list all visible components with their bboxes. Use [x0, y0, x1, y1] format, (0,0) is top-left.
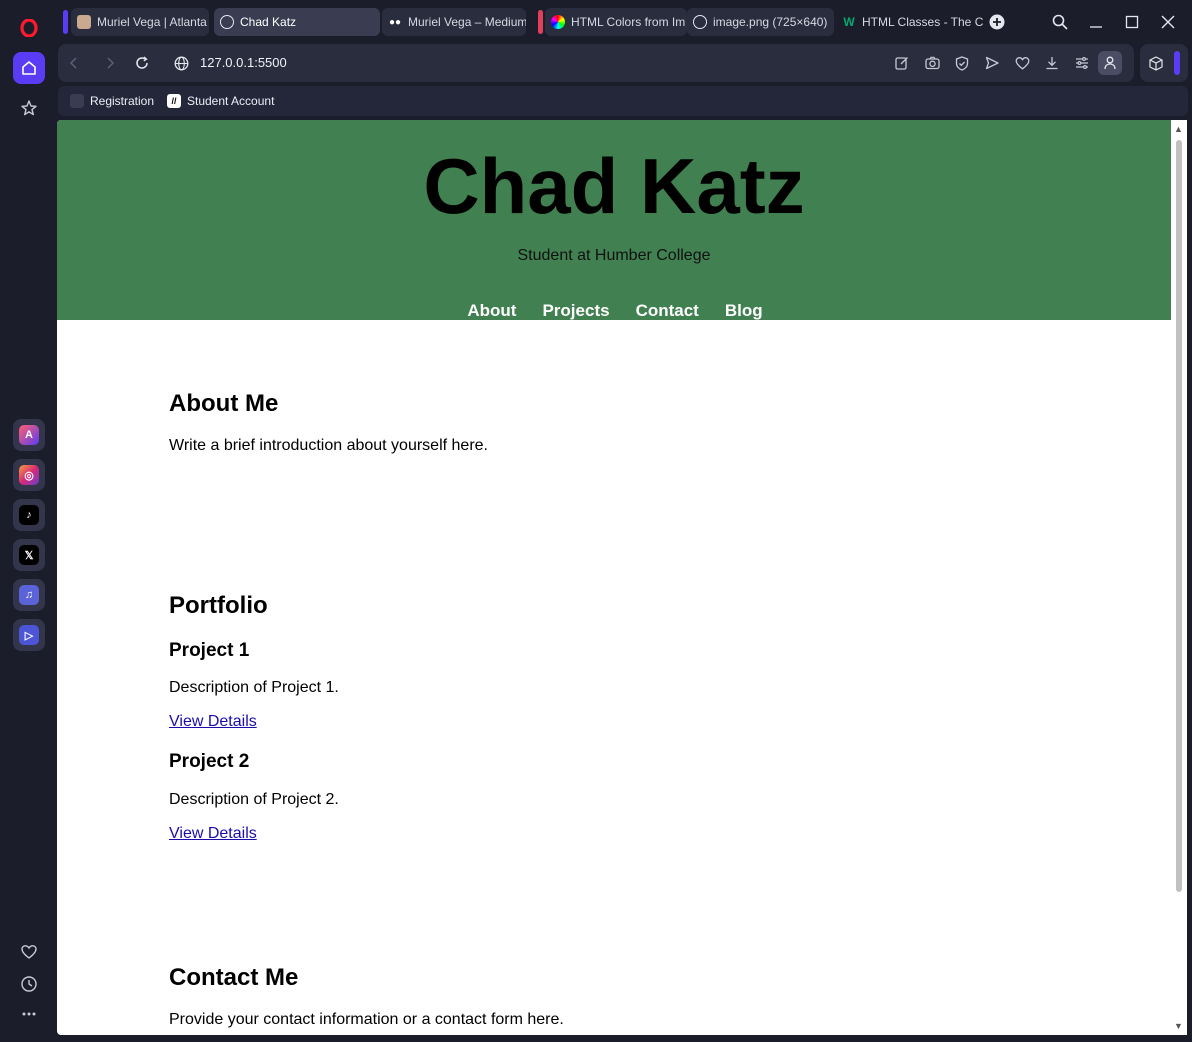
globe-icon: [220, 15, 234, 29]
reload-icon[interactable]: [132, 53, 152, 73]
edit-icon[interactable]: [892, 53, 912, 73]
maximize-icon[interactable]: [1118, 8, 1146, 36]
humber-logo-icon: //: [167, 94, 181, 108]
star-icon[interactable]: [13, 92, 45, 124]
scroll-up-arrow-icon[interactable]: ▲: [1174, 124, 1183, 134]
nav-link-about[interactable]: About: [467, 301, 516, 321]
minimize-icon[interactable]: [1082, 8, 1110, 36]
new-tab-icon[interactable]: [983, 8, 1011, 36]
portrait-icon: [77, 15, 91, 29]
medium-icon: ●●: [388, 16, 402, 28]
project-description: Description of Project 2.: [169, 791, 339, 808]
project-description: Description of Project 1.: [169, 679, 339, 696]
history-icon[interactable]: [13, 968, 45, 1000]
contact-text: Provide your contact information or a co…: [169, 1011, 564, 1028]
bookmark-student-account[interactable]: // Student Account: [167, 93, 274, 109]
bookmark-favicon-icon: [70, 94, 84, 108]
bookmarks-bar: Registration // Student Account: [58, 86, 1188, 116]
about-heading: About Me: [169, 390, 279, 417]
globe-icon: [171, 53, 191, 73]
forward-icon[interactable]: [100, 53, 120, 73]
project-2-view-details-link[interactable]: View Details: [169, 825, 257, 843]
opera-sidebar: A ◎ ♪ 𝕏 ♫ ▷: [0, 0, 56, 1042]
extensions-cube-icon[interactable]: [1146, 53, 1166, 73]
project-1-view-details-link[interactable]: View Details: [169, 713, 257, 731]
site-nav: About Projects Contact Blog: [57, 301, 1171, 321]
sidebar-panel-indicator[interactable]: [1174, 51, 1180, 75]
nav-link-blog[interactable]: Blog: [725, 301, 763, 321]
opera-logo-icon[interactable]: [13, 12, 45, 44]
more-icon[interactable]: [13, 998, 45, 1030]
shield-icon[interactable]: [952, 53, 972, 73]
bookmark-registration[interactable]: Registration: [70, 93, 154, 109]
aria-app-icon[interactable]: A: [13, 419, 45, 451]
tab-chad-katz[interactable]: Chad Katz: [214, 8, 380, 36]
music-player-icon[interactable]: ♫: [13, 579, 45, 611]
project-title: Project 2: [169, 751, 250, 772]
site-title: Chad Katz: [423, 142, 805, 230]
globe-icon: [693, 15, 707, 29]
close-icon[interactable]: [1154, 8, 1182, 36]
about-text: Write a brief introduction about yoursel…: [169, 437, 488, 454]
player-icon[interactable]: ▷: [13, 619, 45, 651]
download-icon[interactable]: [1042, 53, 1062, 73]
tab-html-colors[interactable]: HTML Colors from Im: [545, 8, 687, 36]
w3schools-icon: W: [843, 15, 855, 29]
url-field[interactable]: 127.0.0.1:5500: [200, 55, 287, 70]
favorite-heart-icon[interactable]: [1012, 53, 1032, 73]
site-subtitle: Student at Humber College: [517, 247, 711, 264]
tab-muriel-vega-medium[interactable]: ●● Muriel Vega – Medium: [382, 8, 526, 36]
nav-link-projects[interactable]: Projects: [542, 301, 609, 321]
extensions-area: [1140, 44, 1188, 82]
home-icon[interactable]: [13, 52, 45, 84]
tab-strip: Muriel Vega | Atlanta Chad Katz ●● Murie…: [56, 0, 1192, 42]
color-wheel-icon: [551, 15, 565, 29]
page-header: Chad Katz Student at Humber College Abou…: [57, 120, 1171, 320]
scrollbar-thumb[interactable]: [1176, 140, 1182, 892]
heart-icon[interactable]: [13, 936, 45, 968]
portfolio-heading: Portfolio: [169, 592, 268, 619]
page-viewport: Chad Katz Student at Humber College Abou…: [57, 120, 1187, 1035]
instagram-icon[interactable]: ◎: [13, 459, 45, 491]
tiktok-icon[interactable]: ♪: [13, 499, 45, 531]
tab-group-indicator: [63, 10, 68, 34]
camera-icon[interactable]: [922, 53, 942, 73]
tab-muriel-vega-atlanta[interactable]: Muriel Vega | Atlanta: [71, 8, 209, 36]
x-twitter-icon[interactable]: 𝕏: [13, 539, 45, 571]
tab-group-indicator-red: [538, 10, 543, 34]
back-icon[interactable]: [64, 53, 84, 73]
tab-image-png[interactable]: image.png (725×640): [687, 8, 834, 36]
send-icon[interactable]: [982, 53, 1002, 73]
address-bar: 127.0.0.1:5500: [58, 44, 1134, 82]
profile-icon[interactable]: [1098, 51, 1122, 75]
easy-setup-icon[interactable]: [1072, 53, 1092, 73]
project-title: Project 1: [169, 640, 250, 661]
scroll-down-arrow-icon[interactable]: ▼: [1174, 1021, 1183, 1031]
nav-link-contact[interactable]: Contact: [636, 301, 699, 321]
contact-heading: Contact Me: [169, 964, 299, 991]
search-tabs-icon[interactable]: [1046, 8, 1074, 36]
tab-html-classes[interactable]: W HTML Classes - The C: [836, 8, 986, 36]
